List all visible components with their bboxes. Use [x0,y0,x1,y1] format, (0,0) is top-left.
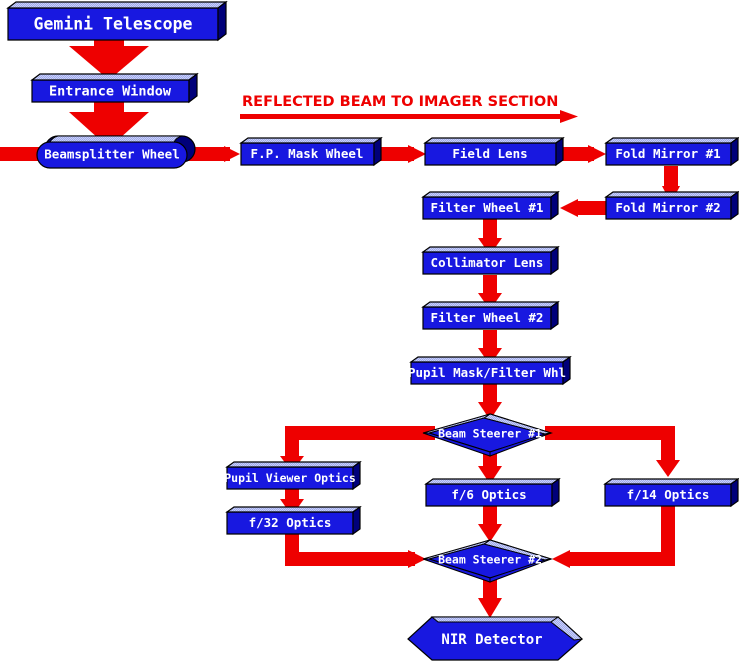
node-beamsplitter-wheel[interactable]: Beamsplitter Wheel [36,135,196,169]
node-f32-optics[interactable]: f/32 Optics [225,505,362,536]
edge-incoming-beam [0,147,40,161]
edge-f14-to-beamsteerer2 [552,506,675,568]
node-label: Fold Mirror #1 [615,146,720,161]
node-f6-optics[interactable]: f/6 Optics [424,477,561,508]
edge-fpmask-to-fieldlens [378,145,426,163]
node-f14-optics[interactable]: f/14 Optics [603,477,739,508]
node-label: Entrance Window [49,84,172,100]
node-label: f/32 Optics [249,515,332,530]
node-label: Filter Wheel #1 [431,200,544,215]
node-fold-mirror-1[interactable]: Fold Mirror #1 [604,136,739,167]
node-label: F.P. Mask Wheel [251,146,364,161]
node-label: f/6 Optics [451,487,526,502]
node-label: Beam Steerer #2 [438,553,542,567]
node-label: Beam Steerer #1 [438,427,542,441]
edge-gemini-to-entrance [69,34,149,80]
node-beam-steerer-1[interactable]: Beam Steerer #1 [422,413,554,457]
edge-foldmirror2-to-filterwheel1 [560,199,608,217]
node-label: Gemini Telescope [34,15,193,34]
node-label: Pupil Viewer Optics [224,471,356,485]
node-fp-mask-wheel[interactable]: F.P. Mask Wheel [239,136,383,167]
edge-beamsplitter-to-fpmask [188,146,240,162]
reflected-beam-banner-label: REFLECTED BEAM TO IMAGER SECTION [242,94,558,110]
node-pupil-mask-filter[interactable]: Pupil Mask/Filter Whl [408,355,572,386]
edge-beamsteerer1-to-f14 [545,426,680,477]
node-fold-mirror-2[interactable]: Fold Mirror #2 [604,190,739,221]
edge-beamsteerer2-to-nirdetector [478,580,502,618]
node-field-lens[interactable]: Field Lens [423,136,565,167]
node-label: Filter Wheel #2 [431,310,544,325]
edge-f32-to-beamsteerer2 [285,534,426,568]
reflected-beam-arrow [240,110,578,123]
node-filter-wheel-1[interactable]: Filter Wheel #1 [421,190,560,221]
edge-f6-to-beamsteerer2 [478,506,502,542]
node-nir-detector[interactable]: NIR Detector [407,616,584,661]
node-label: NIR Detector [441,632,542,648]
node-collimator-lens[interactable]: Collimator Lens [421,245,560,276]
node-label: Pupil Mask/Filter Whl [408,365,566,380]
node-beam-steerer-2[interactable]: Beam Steerer #2 [422,539,554,583]
node-label: f/14 Optics [627,487,710,502]
diagram-canvas: Gemini Telescope Entrance Window Beamspl… [0,0,739,662]
node-gemini-telescope[interactable]: Gemini Telescope [6,0,228,42]
node-label: Beamsplitter Wheel [44,147,179,162]
node-label: Fold Mirror #2 [615,200,720,215]
node-pupil-viewer-optics[interactable]: Pupil Viewer Optics [224,460,362,491]
node-label: Collimator Lens [431,255,544,270]
node-label: Field Lens [452,146,527,161]
flowchart-svg: Gemini Telescope Entrance Window Beamspl… [0,0,739,661]
node-filter-wheel-2[interactable]: Filter Wheel #2 [421,300,560,331]
edge-fieldlens-to-foldmirror1 [558,145,606,163]
node-entrance-window[interactable]: Entrance Window [30,72,199,104]
